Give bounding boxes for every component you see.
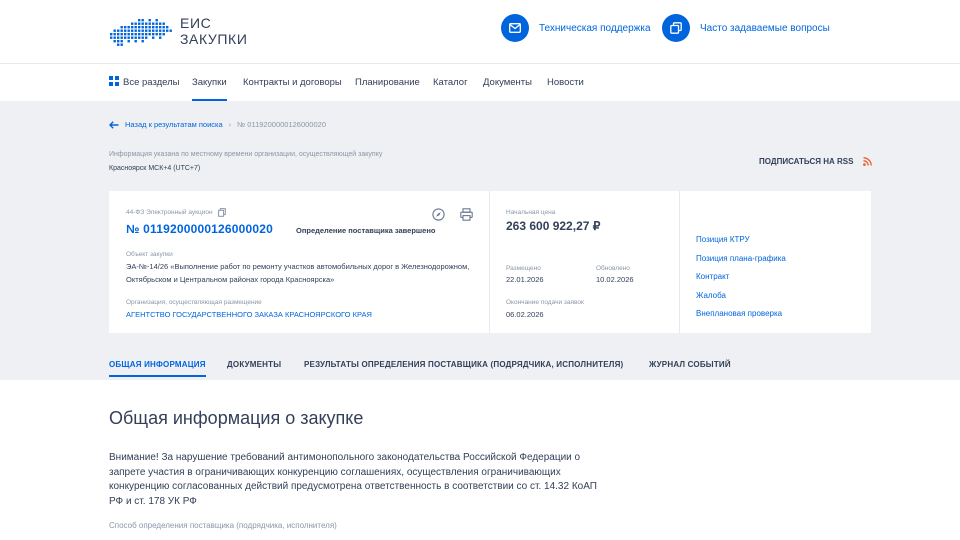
related-links: Позиция КТРУ Позиция плана-графика Контр… — [680, 191, 871, 333]
registry-number[interactable]: № 0119200000126000020 — [126, 222, 273, 236]
rss-icon — [863, 157, 873, 166]
compass-icon[interactable] — [432, 208, 445, 221]
nav-item-news[interactable]: Новости — [547, 64, 584, 101]
updated-date: 10.02.2026 — [596, 275, 634, 284]
nav-label: Каталог — [433, 77, 468, 88]
rss-label: ПОДПИСАТЬСЯ НА RSS — [759, 157, 854, 166]
nav-label: Документы — [483, 77, 532, 88]
breadcrumb-separator-icon: › — [228, 120, 232, 129]
price-value: 263 600 922,27 ₽ — [506, 219, 601, 233]
logo-text: ЕИС ЗАКУПКИ — [180, 15, 247, 47]
updated-label: Обновлено — [596, 265, 630, 272]
faq-link[interactable]: Часто задаваемые вопросы — [662, 14, 830, 42]
object-text: ЭА-№-14/26 «Выполнение работ по ремонту … — [126, 262, 470, 284]
supplier-method-label: Способ определения поставщика (подрядчик… — [109, 521, 337, 530]
purchase-type-label: 44-ФЗ Электронный аукцион — [126, 209, 213, 216]
nav-item-all-sections[interactable]: Все разделы — [109, 64, 180, 101]
antimonopoly-warning: Внимание! За нарушение требований антимо… — [109, 452, 597, 507]
faq-windows-icon — [662, 14, 690, 42]
purchase-type-row: 44-ФЗ Электронный аукцион — [126, 208, 226, 217]
purchase-main-info: 44-ФЗ Электронный аукцион № 011920000012… — [109, 191, 490, 333]
breadcrumb-current: № 0119200000126000020 — [237, 120, 326, 129]
nav-label: Новости — [547, 77, 584, 88]
logo-line-1: ЕИС — [180, 15, 212, 31]
nav-label: Все разделы — [123, 77, 180, 88]
logo-line-2: ЗАКУПКИ — [180, 31, 248, 47]
nav-label: Контракты и договоры — [243, 77, 342, 88]
arrow-left-icon[interactable] — [109, 120, 119, 129]
tab-event-log[interactable]: ЖУРНАЛ СОБЫТИЙ — [649, 360, 731, 369]
print-icon[interactable] — [460, 208, 473, 221]
placed-label: Размещено — [506, 265, 541, 272]
object-label: Объект закупки — [126, 251, 173, 258]
nav-item-planning[interactable]: Планирование — [355, 64, 420, 101]
faq-label: Часто задаваемые вопросы — [700, 22, 830, 34]
site-header: ЕИС ЗАКУПКИ Техническая поддержка Часто … — [0, 0, 960, 64]
support-link[interactable]: Техническая поддержка — [501, 14, 651, 42]
org-name-link[interactable]: АГЕНТСТВО ГОСУДАРСТВЕННОГО ЗАКАЗА КРАСНО… — [126, 310, 372, 319]
nav-item-documents[interactable]: Документы — [483, 64, 532, 101]
timezone-value: Красноярск МСК+4 (UTC+7) — [109, 165, 201, 172]
ktru-position-link[interactable]: Позиция КТРУ — [696, 235, 750, 244]
nav-label: Закупки — [192, 77, 227, 88]
eis-logo[interactable]: ЕИС ЗАКУПКИ — [108, 14, 258, 50]
unscheduled-inspection-link[interactable]: Внеплановая проверка — [696, 309, 782, 318]
contract-link[interactable]: Контракт — [696, 272, 729, 281]
rss-subscribe-link[interactable]: ПОДПИСАТЬСЯ НА RSS — [759, 157, 873, 166]
org-label: Организация, осуществляющая размещение — [126, 299, 262, 306]
tab-documents[interactable]: ДОКУМЕНТЫ — [227, 360, 281, 369]
nav-item-catalog[interactable]: Каталог — [433, 64, 468, 101]
deadline-label: Окончание подачи заявок — [506, 299, 584, 306]
nav-item-contracts[interactable]: Контракты и договоры — [243, 64, 342, 101]
complaint-link[interactable]: Жалоба — [696, 291, 726, 300]
breadcrumb: Назад к результатам поиска › № 011920000… — [109, 120, 326, 129]
copy-icon[interactable] — [217, 208, 226, 217]
status-badge: Определение поставщика завершено — [296, 226, 436, 235]
nav-label: Планирование — [355, 77, 420, 88]
back-to-results-link[interactable]: Назад к результатам поиска — [125, 120, 223, 129]
price-label: Начальная цена — [506, 209, 556, 216]
placed-date: 22.01.2026 — [506, 275, 544, 284]
grid-icon — [109, 76, 119, 87]
russia-map-logo-icon — [110, 19, 172, 46]
page-title: Общая информация о закупке — [109, 408, 364, 428]
mail-icon — [501, 14, 529, 42]
plan-schedule-position-link[interactable]: Позиция плана-графика — [696, 254, 786, 263]
deadline-date: 06.02.2026 — [506, 310, 544, 319]
purchase-card: 44-ФЗ Электронный аукцион № 011920000012… — [109, 191, 871, 333]
purchase-header-section: Назад к результатам поиска › № 011920000… — [0, 101, 960, 380]
support-label: Техническая поддержка — [539, 22, 651, 34]
purchase-price-dates: Начальная цена 263 600 922,27 ₽ Размещен… — [490, 191, 680, 333]
timezone-note: Информация указана по местному времени о… — [109, 151, 383, 158]
nav-item-purchases[interactable]: Закупки — [192, 64, 227, 101]
tab-supplier-results[interactable]: РЕЗУЛЬТАТЫ ОПРЕДЕЛЕНИЯ ПОСТАВЩИКА (ПОДРЯ… — [304, 360, 623, 369]
main-nav: Все разделы Закупки Контракты и договоры… — [0, 64, 960, 101]
tab-general-info[interactable]: ОБЩАЯ ИНФОРМАЦИЯ — [109, 360, 206, 377]
